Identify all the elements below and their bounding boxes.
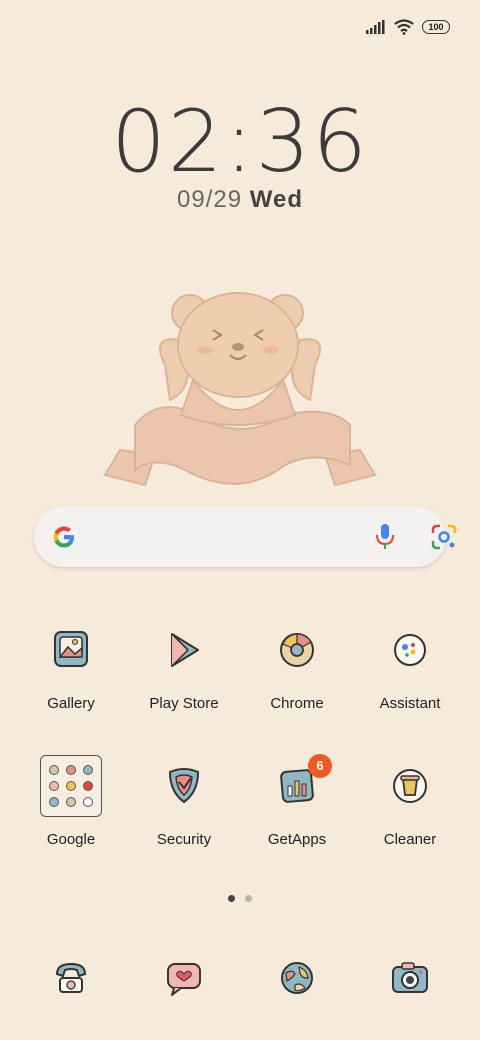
- phone-icon[interactable]: [45, 952, 97, 1004]
- app-label: Assistant: [379, 695, 441, 712]
- app-label: GetApps: [267, 831, 327, 848]
- messages-icon[interactable]: [158, 952, 210, 1004]
- weekday-text: Wed: [249, 186, 303, 213]
- assistant-icon: [394, 634, 426, 666]
- folder-icon: [40, 755, 102, 817]
- camera-icon[interactable]: [384, 952, 436, 1004]
- battery-indicator: 100: [422, 20, 450, 34]
- signal-icon: [366, 20, 385, 34]
- app-label: Google: [46, 831, 96, 848]
- date-text: 09/29: [177, 186, 243, 213]
- page-indicator[interactable]: [0, 895, 480, 902]
- notification-badge: 6: [308, 754, 332, 778]
- app-label: Play Store: [149, 695, 219, 712]
- cleaner-icon: [393, 769, 427, 803]
- app-cleaner[interactable]: Cleaner: [355, 760, 465, 848]
- app-getapps[interactable]: 6 GetApps: [242, 754, 352, 848]
- app-security[interactable]: Security: [129, 760, 239, 848]
- app-label: Gallery: [47, 695, 95, 712]
- status-bar: 100: [366, 16, 450, 38]
- clock-time[interactable]: 02:36: [0, 92, 480, 192]
- google-lens-icon[interactable]: [430, 523, 458, 551]
- google-logo-icon: [53, 526, 74, 548]
- app-play-store[interactable]: Play Store: [129, 624, 239, 712]
- google-search-bar[interactable]: [34, 507, 457, 567]
- app-label: Chrome: [270, 695, 324, 712]
- voice-search-icon[interactable]: [374, 522, 396, 552]
- browser-globe-icon[interactable]: [271, 952, 323, 1004]
- wifi-icon: [394, 19, 414, 35]
- chrome-icon: [280, 633, 314, 667]
- gallery-icon: [54, 631, 88, 667]
- page-dot-active[interactable]: [228, 895, 235, 902]
- app-chrome[interactable]: Chrome: [242, 624, 352, 712]
- folder-google[interactable]: Google: [16, 755, 126, 848]
- clock-date[interactable]: 09/29 Wed: [0, 186, 480, 214]
- bear-wallpaper-illustration: [103, 292, 377, 487]
- app-gallery[interactable]: Gallery: [16, 624, 126, 712]
- security-icon: [168, 768, 200, 804]
- page-dot[interactable]: [245, 895, 252, 902]
- app-assistant[interactable]: Assistant: [355, 624, 465, 712]
- play-store-icon: [171, 633, 199, 667]
- app-label: Security: [156, 831, 212, 848]
- app-label: Cleaner: [383, 831, 437, 848]
